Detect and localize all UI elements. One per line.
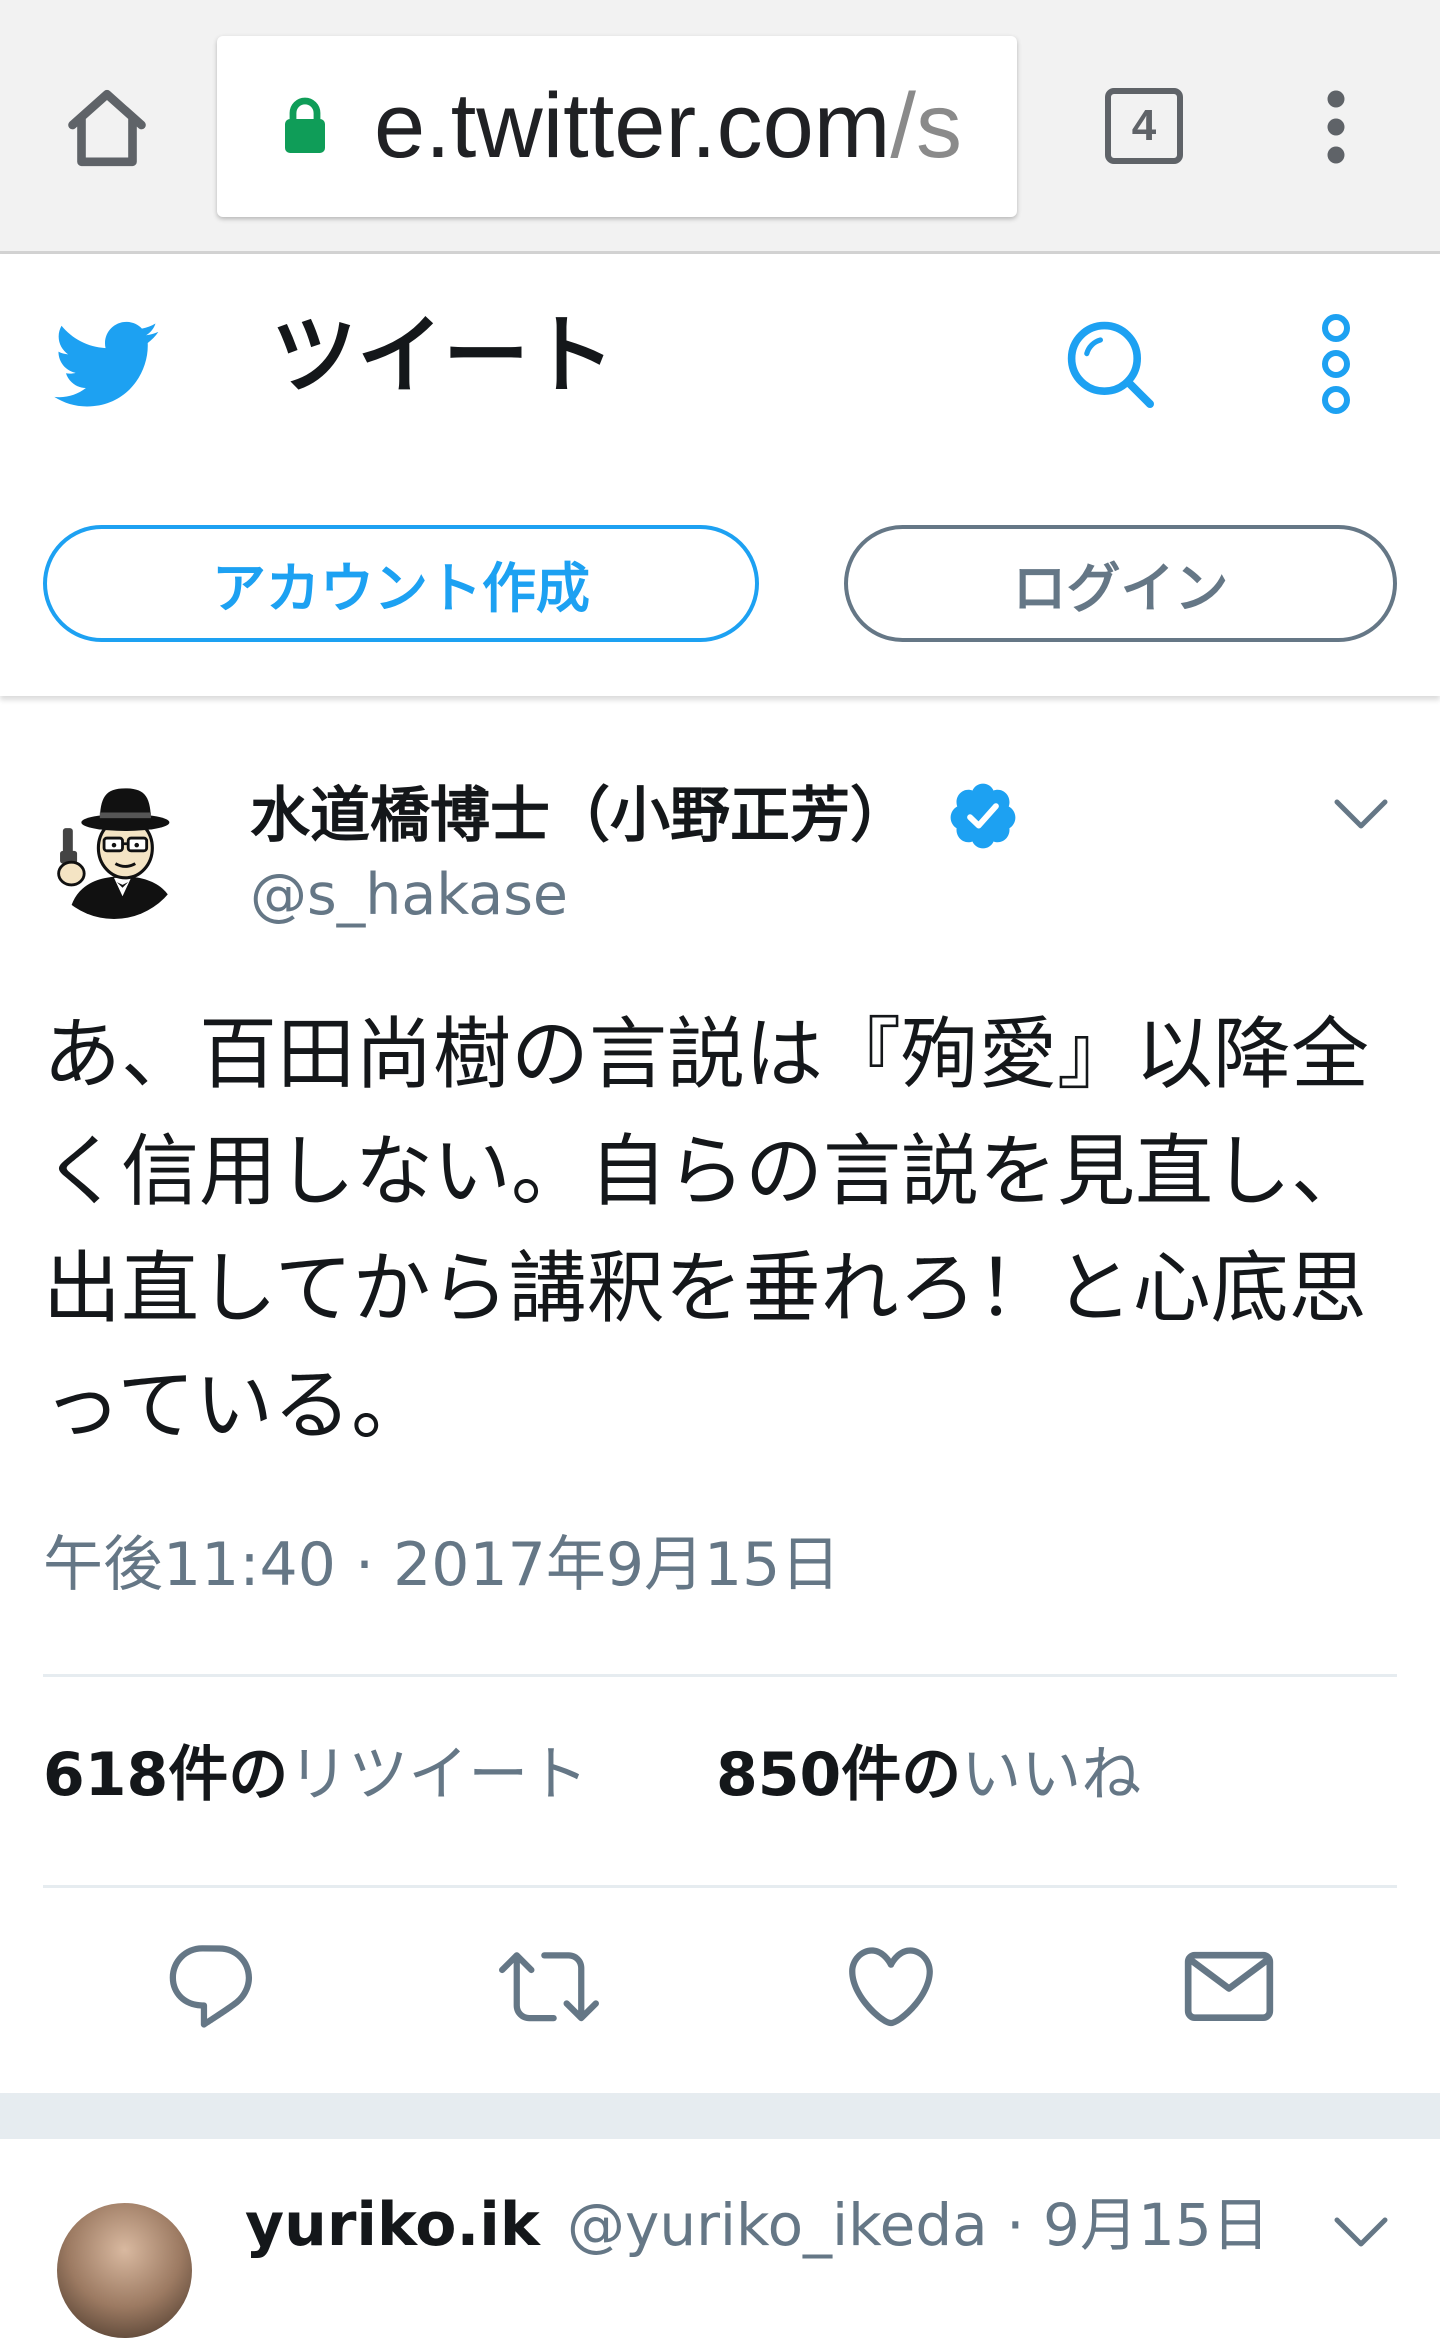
retweet-stat-label: リツイート bbox=[288, 1740, 589, 1810]
chevron-down-icon[interactable] bbox=[1333, 2214, 1389, 2250]
chevron-down-icon[interactable] bbox=[1333, 796, 1389, 832]
tab-switcher-icon[interactable]: 4 bbox=[1105, 88, 1183, 164]
more-vert-icon[interactable] bbox=[1318, 88, 1354, 168]
retweet-count: 618件の bbox=[43, 1740, 289, 1810]
login-button-label: ログイン bbox=[1012, 557, 1229, 620]
avatar[interactable] bbox=[57, 2203, 192, 2338]
more-vert-outline-icon[interactable] bbox=[1314, 312, 1358, 416]
twitter-header: ツイート アカウント作成 ログイン bbox=[0, 254, 1440, 696]
url-domain: e.twitter.com bbox=[374, 75, 891, 177]
author-handle[interactable]: @s_hakase bbox=[250, 855, 568, 935]
url-text: e.twitter.com/s bbox=[374, 36, 980, 217]
retweet-stat[interactable]: 618件のリツイート bbox=[43, 1735, 588, 1815]
author-name[interactable]: 水道橋博士（小野正芳） bbox=[250, 776, 910, 856]
home-icon[interactable] bbox=[62, 83, 152, 173]
tweet-timestamp[interactable]: 午後11:40 · 2017年9月15日 bbox=[43, 1525, 840, 1605]
search-icon[interactable] bbox=[1062, 316, 1158, 412]
like-count: 850件の bbox=[716, 1740, 962, 1810]
signup-button[interactable]: アカウント作成 bbox=[43, 525, 759, 642]
like-stat-label: いいね bbox=[961, 1740, 1142, 1810]
reply-icon[interactable] bbox=[161, 1936, 261, 2036]
avatar-photo bbox=[57, 2203, 192, 2338]
verified-badge-icon bbox=[950, 783, 1016, 849]
next-author-name[interactable]: yuriko.ik bbox=[245, 2185, 540, 2265]
login-button[interactable]: ログイン bbox=[844, 525, 1397, 642]
address-bar[interactable]: e.twitter.com/s bbox=[217, 36, 1017, 217]
message-icon[interactable] bbox=[1179, 1936, 1279, 2036]
like-stat[interactable]: 850件のいいね bbox=[716, 1735, 1141, 1815]
signup-button-label: アカウント作成 bbox=[212, 557, 590, 620]
twitter-bird-icon[interactable] bbox=[50, 316, 160, 408]
url-path: /s bbox=[890, 75, 962, 177]
tab-count: 4 bbox=[1131, 101, 1157, 150]
tweet-separator bbox=[0, 2093, 1440, 2139]
like-icon[interactable] bbox=[841, 1936, 941, 2036]
page-title: ツイート bbox=[271, 306, 615, 406]
avatar[interactable] bbox=[43, 777, 185, 919]
lock-icon bbox=[285, 97, 325, 153]
author-row: 水道橋博士（小野正芳） bbox=[250, 776, 1020, 856]
retweet-icon[interactable] bbox=[499, 1936, 599, 2036]
browser-toolbar: e.twitter.com/s 4 bbox=[0, 0, 1440, 254]
divider bbox=[43, 1885, 1397, 1888]
divider bbox=[43, 1674, 1397, 1677]
next-author-meta[interactable]: @yuriko_ikeda · 9月15日 bbox=[567, 2185, 1270, 2265]
avatar-illustration bbox=[43, 777, 185, 919]
tweet-text: あ、百田尚樹の言説は『殉愛』以降全く信用しない。自らの言説を見直し、出直してから… bbox=[43, 1010, 1370, 1451]
